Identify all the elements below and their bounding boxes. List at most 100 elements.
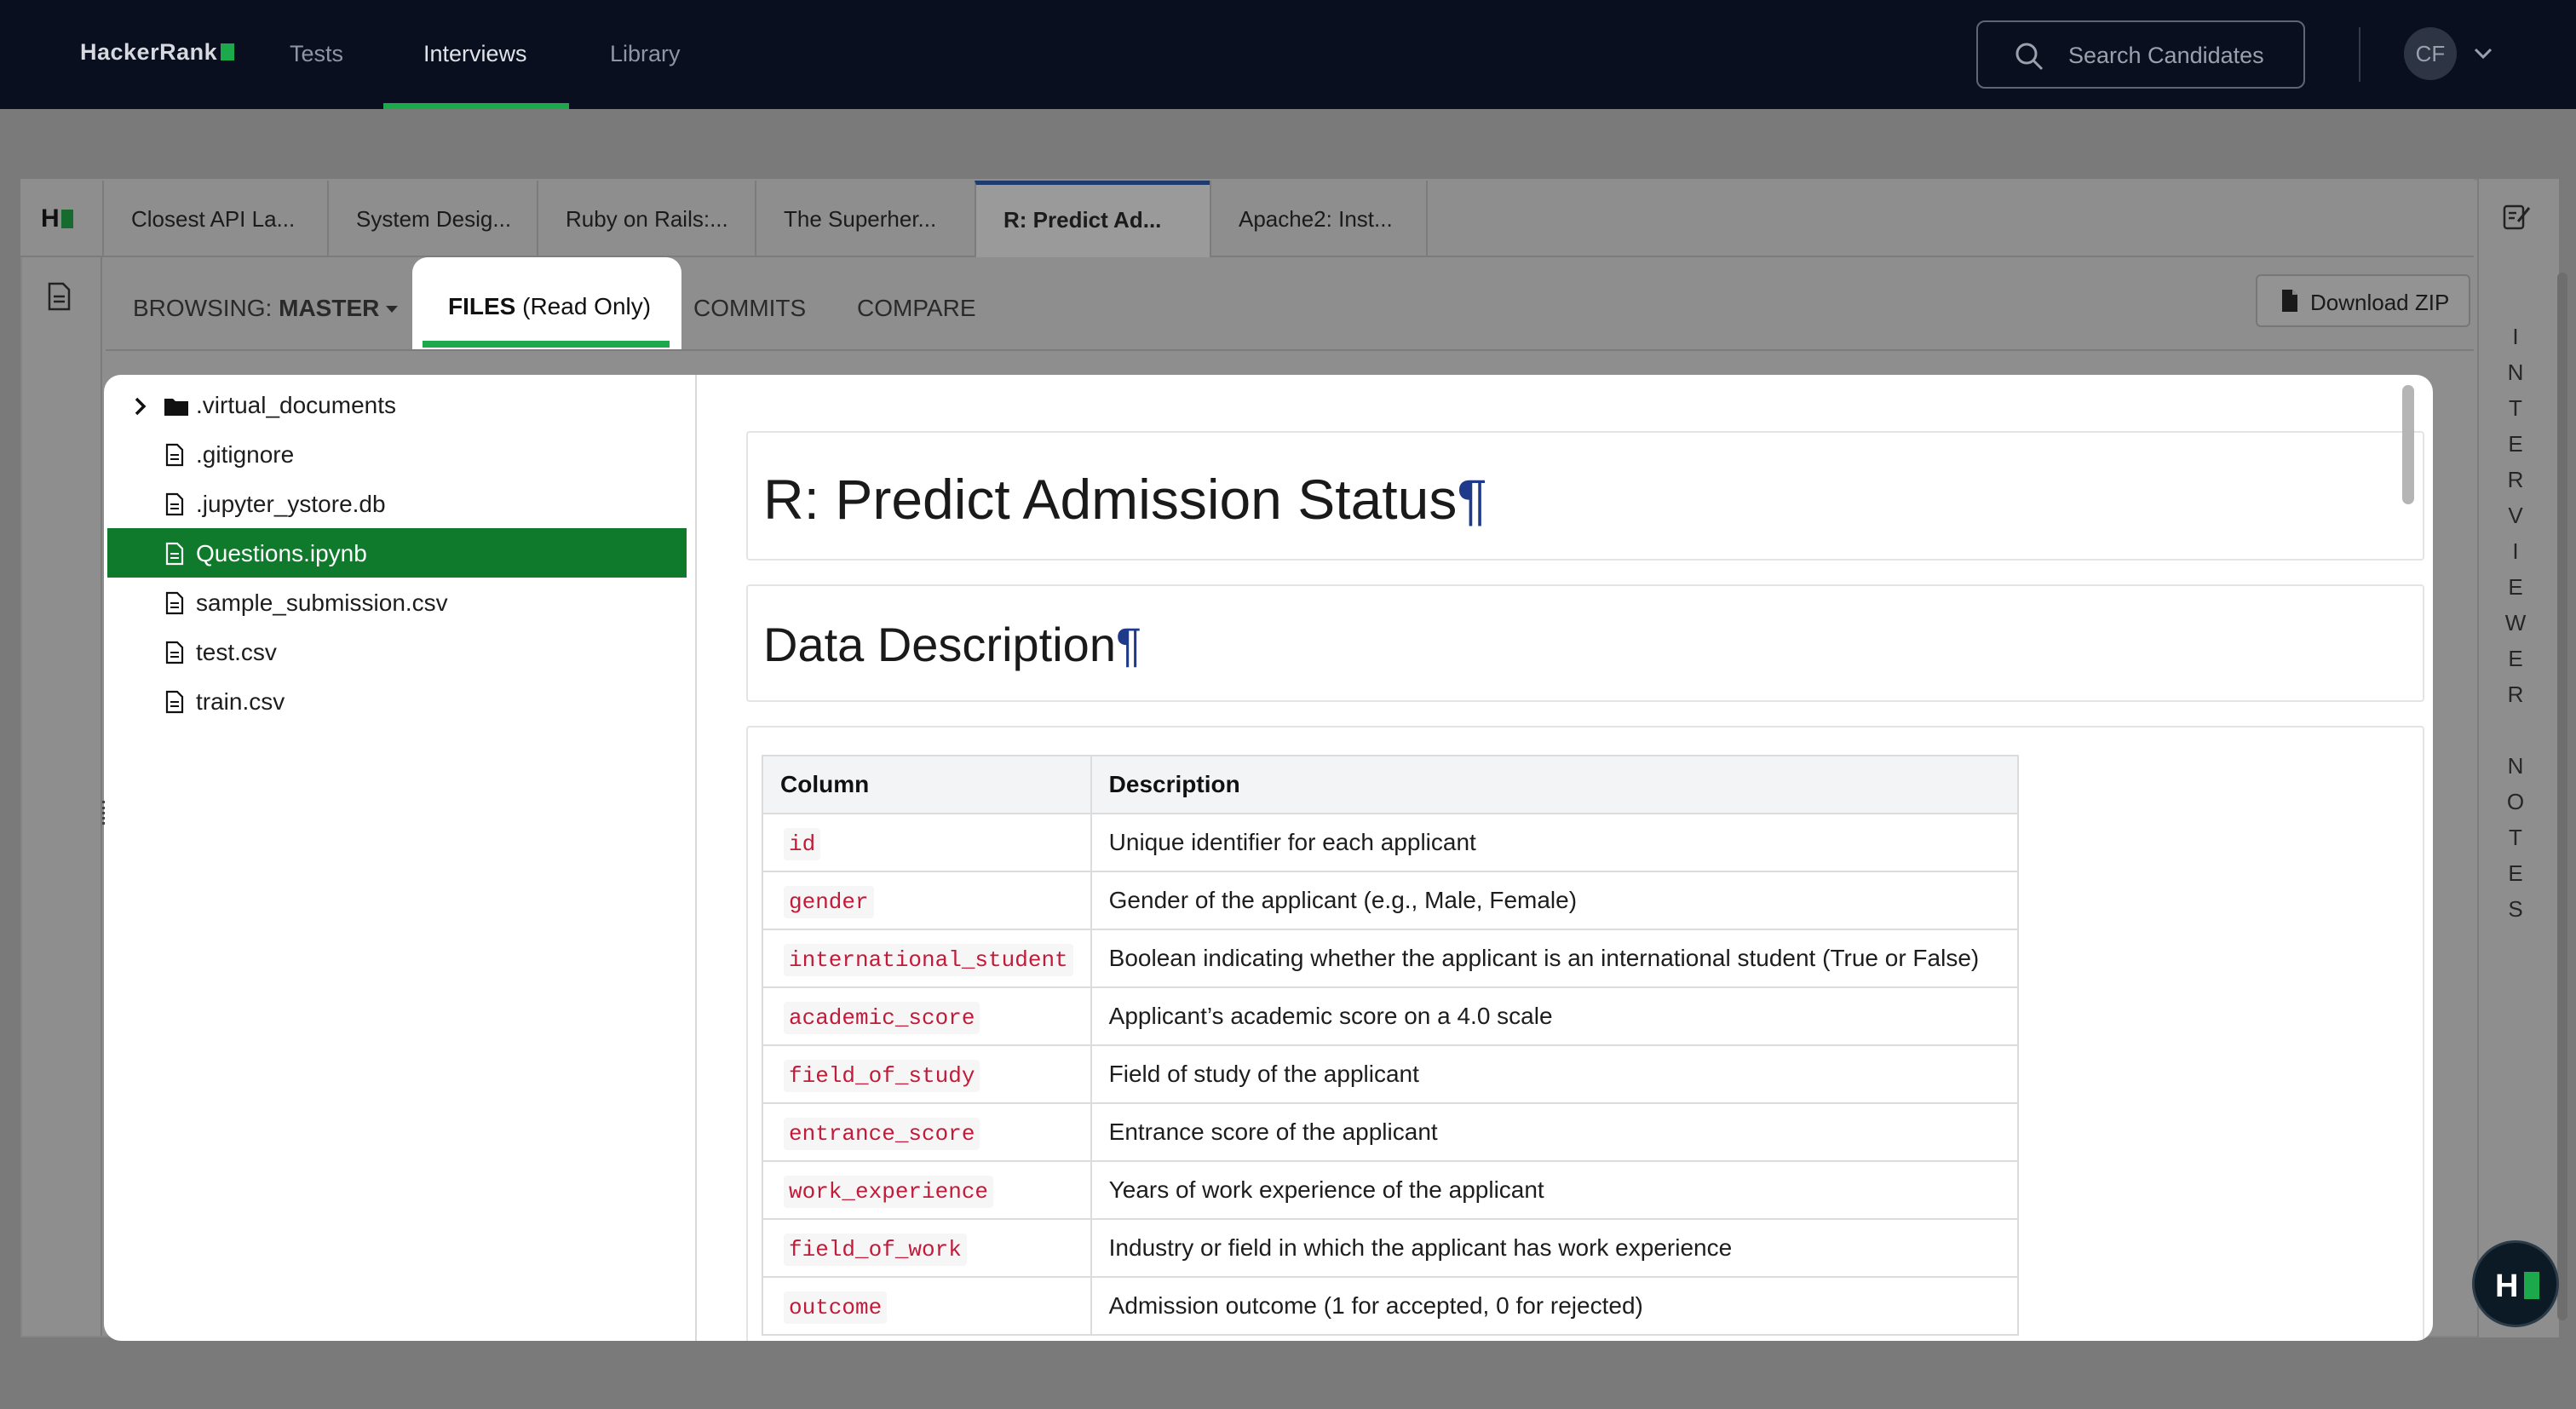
hackerrank-logo[interactable]: HackerRank	[80, 39, 235, 66]
table-row: field_of_study Field of study of the appl…	[762, 1044, 2019, 1104]
tree-item-label: .jupyter_ystore.db	[196, 491, 386, 517]
table-row: id Unique identifier for each applicant	[762, 813, 2019, 872]
files-tab-suffix: (Read Only)	[522, 293, 652, 319]
tab-compare[interactable]: COMPARE	[857, 295, 976, 322]
tab-superhero[interactable]: The Superher...	[755, 181, 975, 257]
tree-item-label: .gitignore	[196, 441, 295, 468]
folder-icon	[164, 395, 189, 423]
notebook-title-cell: R: Predict Admission Status¶	[746, 431, 2424, 561]
tree-file-sample-submission[interactable]: sample_submission.csv	[107, 578, 687, 627]
tree-file-test-csv[interactable]: test.csv	[107, 627, 687, 676]
top-navbar: HackerRank Tests Interviews Library Sear…	[0, 0, 2576, 109]
section-heading: Data Description¶	[763, 618, 1142, 671]
table-header-description: Description	[1090, 755, 2019, 814]
hackerrank-mini-logo: H	[41, 204, 73, 233]
section-heading-cell: Data Description¶	[746, 584, 2424, 702]
file-icon	[165, 690, 184, 720]
nav-divider	[2359, 27, 2360, 82]
chevron-right-icon[interactable]	[133, 395, 148, 423]
brand-square-icon	[2524, 1272, 2539, 1299]
hackerrank-h-icon: H	[2495, 1268, 2519, 1304]
table-row: academic_score Applicant’s academic score…	[762, 986, 2019, 1046]
column-name: outcome	[784, 1291, 888, 1324]
column-description: Entrance score of the applicant	[1090, 1102, 2019, 1162]
column-name: field_of_work	[784, 1233, 967, 1266]
files-tab-label: FILES	[448, 293, 516, 319]
file-icon	[165, 591, 184, 621]
table-row: entrance_score Entrance score of the appl…	[762, 1102, 2019, 1162]
table-row: gender Gender of the applicant (e.g., Mal…	[762, 871, 2019, 930]
search-icon	[2014, 41, 2044, 76]
branch-name: MASTER	[279, 295, 380, 321]
anchor-link[interactable]: ¶	[1457, 468, 1486, 531]
column-description: Admission outcome (1 for accepted, 0 for…	[1090, 1276, 2019, 1336]
page-scrollbar[interactable]	[2557, 273, 2567, 1320]
tab-apache2[interactable]: Apache2: Inst...	[1210, 181, 1428, 257]
tab-commits[interactable]: COMMITS	[693, 295, 806, 322]
table-row: field_of_work Industry or field in which …	[762, 1218, 2019, 1278]
column-name: id	[784, 827, 821, 860]
table-row: work_experience Years of work experience …	[762, 1160, 2019, 1220]
column-name: gender	[784, 885, 874, 918]
anchor-link[interactable]: ¶	[1116, 618, 1141, 671]
tree-item-label: Questions.ipynb	[196, 540, 367, 566]
tab-predict-admission[interactable]: R: Predict Ad...	[975, 181, 1210, 257]
column-description: Gender of the applicant (e.g., Male, Fem…	[1090, 871, 2019, 930]
column-name: entrance_score	[784, 1117, 980, 1150]
file-icon	[165, 542, 184, 572]
tree-file-gitignore[interactable]: .gitignore	[107, 429, 687, 479]
interviewer-notes-label[interactable]: INTERVIEWER NOTES	[2503, 324, 2528, 932]
tab-closest-api[interactable]: Closest API La...	[102, 181, 327, 257]
table-header-column: Column	[762, 755, 1092, 814]
file-tree: .virtual_documents .gitignore .jupyter_y…	[104, 375, 697, 1341]
download-zip-label: Download ZIP	[2310, 290, 2450, 315]
nav-interviews[interactable]: Interviews	[423, 41, 527, 67]
tree-file-jupyter-ystore[interactable]: .jupyter_ystore.db	[107, 479, 687, 528]
nav-library[interactable]: Library	[610, 41, 681, 67]
column-description: Boolean indicating whether the applicant…	[1090, 929, 2019, 988]
table-row: outcome Admission outcome (1 for accepted…	[762, 1276, 2019, 1336]
tree-folder-virtual-documents[interactable]: .virtual_documents	[107, 380, 687, 429]
header-divider	[106, 349, 2474, 351]
tree-item-label: train.csv	[196, 688, 285, 715]
column-description: Field of study of the applicant	[1090, 1044, 2019, 1104]
files-tab-indicator	[423, 341, 670, 348]
table-row: international_student Boolean indicating …	[762, 929, 2019, 988]
notes-edit-icon[interactable]	[2501, 201, 2532, 236]
notebook-title: R: Predict Admission Status¶	[763, 468, 1487, 531]
tree-item-label: sample_submission.csv	[196, 589, 448, 616]
column-description: Unique identifier for each applicant	[1090, 813, 2019, 872]
tab-system-design[interactable]: System Desig...	[327, 181, 537, 257]
download-zip-button[interactable]: Download ZIP	[2256, 274, 2470, 327]
column-name: international_student	[784, 943, 1073, 976]
column-description: Industry or field in which the applicant…	[1090, 1218, 2019, 1278]
left-toolbar	[22, 257, 102, 1336]
column-name: field_of_study	[784, 1059, 980, 1092]
search-candidates-label: Search Candidates	[2068, 43, 2264, 68]
column-description: Years of work experience of the applican…	[1090, 1160, 2019, 1220]
tree-file-train-csv[interactable]: train.csv	[107, 676, 687, 726]
panel-resize-handle[interactable]	[102, 801, 106, 825]
user-avatar[interactable]: CF	[2404, 27, 2457, 80]
file-icon	[165, 492, 184, 522]
column-name: academic_score	[784, 1001, 980, 1034]
hackerrank-chat-button[interactable]: H	[2472, 1240, 2559, 1327]
nav-active-indicator	[383, 103, 569, 109]
chevron-down-icon[interactable]	[2472, 43, 2494, 69]
tree-item-label: test.csv	[196, 639, 277, 665]
browsing-label: BROWSING:	[133, 295, 273, 321]
branch-selector[interactable]: BROWSING: MASTER	[133, 295, 399, 322]
tree-file-questions-ipynb[interactable]: Questions.ipynb	[107, 528, 687, 578]
document-icon[interactable]	[44, 281, 73, 316]
column-name: work_experience	[784, 1175, 994, 1208]
nav-tests[interactable]: Tests	[290, 41, 343, 67]
data-description-table: Column Description id Unique identifier f…	[762, 755, 2019, 1336]
search-candidates-button[interactable]: Search Candidates	[1976, 20, 2305, 89]
viewer-scrollbar[interactable]	[2402, 385, 2414, 504]
column-description: Applicant’s academic score on a 4.0 scal…	[1090, 986, 2019, 1046]
table-header-row: Column Description	[762, 755, 2019, 814]
file-download-icon	[2280, 288, 2300, 319]
tab-files[interactable]: FILES (Read Only)	[412, 257, 681, 349]
tab-ruby-on-rails[interactable]: Ruby on Rails:...	[537, 181, 755, 257]
notebook-viewer: R: Predict Admission Status¶ Data Descri…	[699, 375, 2433, 1341]
